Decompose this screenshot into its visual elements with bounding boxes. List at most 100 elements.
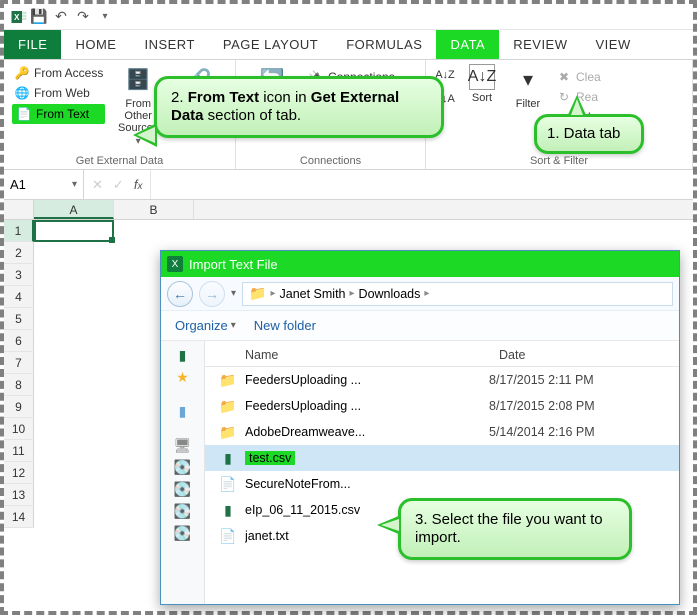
qat-undo[interactable]: ↶ xyxy=(50,6,72,28)
filter-label: Filter xyxy=(516,98,540,110)
folder-icon: 📁 xyxy=(219,372,237,389)
chevron-down-icon: ▾ xyxy=(72,179,77,190)
annotation-data-tab: 1. Data tab xyxy=(534,114,644,154)
tab-page-layout[interactable]: PAGE LAYOUT xyxy=(209,30,332,59)
file-name: SecureNoteFrom... xyxy=(245,477,481,491)
row-header[interactable]: 7 xyxy=(4,352,34,374)
row-header[interactable]: 5 xyxy=(4,308,34,330)
nav-back-button[interactable]: ← xyxy=(167,281,193,307)
excel-icon: X xyxy=(167,256,183,272)
dialog-title: Import Text File xyxy=(189,257,278,272)
other-sources-icon: 🗄️ xyxy=(122,64,154,96)
column-header-a[interactable]: A xyxy=(34,200,114,219)
cancel-icon[interactable]: ✕ xyxy=(92,177,103,193)
row-header[interactable]: 10 xyxy=(4,418,34,440)
annotation-text: 3. Select the file you want to import. xyxy=(415,511,603,546)
from-access-label: From Access xyxy=(34,66,103,80)
group-label-connections: Connections xyxy=(244,153,417,167)
drive-icon: 💽 xyxy=(169,501,197,521)
dialog-title-bar[interactable]: X Import Text File xyxy=(161,251,679,277)
tab-insert[interactable]: INSERT xyxy=(130,30,208,59)
dialog-nav-bar: ← → ▾ 📁 ▸ Janet Smith ▸ Downloads ▸ xyxy=(161,277,679,311)
list-header[interactable]: Name Date xyxy=(205,343,679,367)
file-date: 8/17/2015 2:08 PM xyxy=(489,399,679,413)
formula-bar[interactable] xyxy=(150,170,693,199)
row-header[interactable]: 6 xyxy=(4,330,34,352)
dialog-nav-pane[interactable]: ▮ ★ ▮ 🖥 💽 💽 💽 💽 xyxy=(161,341,205,604)
file-row[interactable]: 📁 AdobeDreamweave... 5/14/2014 2:16 PM xyxy=(205,419,679,445)
tab-formulas[interactable]: FORMULAS xyxy=(332,30,436,59)
file-name: AdobeDreamweave... xyxy=(245,425,481,439)
breadcrumb-seg-1[interactable]: Janet Smith xyxy=(280,287,346,301)
organize-label: Organize xyxy=(175,318,228,333)
col-date[interactable]: Date xyxy=(499,348,679,362)
breadcrumb[interactable]: 📁 ▸ Janet Smith ▸ Downloads ▸ xyxy=(242,282,673,306)
breadcrumb-sep: ▸ xyxy=(350,288,355,299)
file-row[interactable]: 📁FeedersUploading ...8/17/2015 2:08 PM xyxy=(205,393,679,419)
ribbon-tab-bar: FILE HOME INSERT PAGE LAYOUT FORMULAS DA… xyxy=(4,30,693,60)
new-folder-button[interactable]: New folder xyxy=(254,318,316,333)
filter-icon: ▾ xyxy=(512,64,544,96)
group-label-external: Get External Data xyxy=(12,153,227,167)
file-list[interactable]: Name Date 📁FeedersUploading ...8/17/2015… xyxy=(205,341,679,604)
folder-icon: 📁 xyxy=(249,285,266,302)
cell-a1[interactable] xyxy=(34,220,114,242)
group-label-sort-filter: Sort & Filter xyxy=(434,153,684,167)
sort-label: Sort xyxy=(472,92,492,104)
organize-menu[interactable]: Organize▾ xyxy=(175,318,236,333)
file-date: 5/14/2014 2:16 PM xyxy=(489,425,679,439)
enter-icon[interactable]: ✓ xyxy=(113,177,124,193)
library-icon: ▮ xyxy=(169,401,197,421)
row-header[interactable]: 13 xyxy=(4,484,34,506)
chevron-down-icon: ▾ xyxy=(231,320,236,331)
file-row[interactable]: ▮test.csv xyxy=(205,445,679,471)
row-header[interactable]: 12 xyxy=(4,462,34,484)
access-icon: 🔑 xyxy=(14,65,30,81)
row-header[interactable]: 4 xyxy=(4,286,34,308)
formula-bar-row: A1▾ ✕ ✓ fx xyxy=(4,170,693,200)
row-header[interactable]: 11 xyxy=(4,440,34,462)
folder-icon: 📁 xyxy=(219,424,237,441)
file-row[interactable]: 📄SecureNoteFrom... xyxy=(205,471,679,497)
from-web-button[interactable]: 🌐From Web xyxy=(12,84,105,102)
nav-forward-button[interactable]: → xyxy=(199,281,225,307)
row-header[interactable]: 2 xyxy=(4,242,34,264)
favorites-icon: ★ xyxy=(169,367,197,387)
drive-icon: 💽 xyxy=(169,523,197,543)
from-web-label: From Web xyxy=(34,86,90,100)
breadcrumb-sep: ▸ xyxy=(270,288,275,299)
column-header-b[interactable]: B xyxy=(114,200,194,219)
drive-icon: 💽 xyxy=(169,479,197,499)
row-header[interactable]: 8 xyxy=(4,374,34,396)
tab-home[interactable]: HOME xyxy=(61,30,130,59)
row-header[interactable]: 14 xyxy=(4,506,34,528)
filter-button[interactable]: ▾ Filter xyxy=(508,64,548,110)
row-header[interactable]: 1 xyxy=(4,220,34,242)
row-header[interactable]: 3 xyxy=(4,264,34,286)
tab-data[interactable]: DATA xyxy=(436,30,499,59)
sort-button[interactable]: A↓ZSort xyxy=(462,64,502,104)
clear-button[interactable]: ✖Clea xyxy=(554,68,603,86)
tab-view[interactable]: VIEW xyxy=(582,30,645,59)
nav-history-dropdown[interactable]: ▾ xyxy=(231,288,236,299)
row-header[interactable]: 9 xyxy=(4,396,34,418)
annotation-from-text: 2. From Text icon in Get External Data s… xyxy=(154,76,444,138)
annotation-text: 2. From Text icon in Get External Data s… xyxy=(171,89,399,124)
from-access-button[interactable]: 🔑 From Access xyxy=(12,64,105,82)
qat-customize[interactable]: ▾ xyxy=(94,6,116,28)
qat-save[interactable]: 💾 xyxy=(28,6,50,28)
col-name[interactable]: Name xyxy=(205,348,499,362)
select-all-corner[interactable] xyxy=(4,200,34,220)
tab-review[interactable]: REVIEW xyxy=(499,30,581,59)
name-box[interactable]: A1▾ xyxy=(4,170,84,199)
fx-icon[interactable]: fx xyxy=(134,177,143,192)
file-name: test.csv xyxy=(245,451,481,465)
tab-file[interactable]: FILE xyxy=(4,30,61,59)
breadcrumb-seg-2[interactable]: Downloads xyxy=(359,287,421,301)
qat-redo[interactable]: ↷ xyxy=(72,6,94,28)
excel-icon: ▮ xyxy=(219,502,237,519)
clear-label: Clea xyxy=(576,70,601,84)
from-text-button[interactable]: 📄From Text xyxy=(12,104,105,124)
file-row[interactable]: 📁FeedersUploading ...8/17/2015 2:11 PM xyxy=(205,367,679,393)
file-date: 8/17/2015 2:11 PM xyxy=(489,373,679,387)
